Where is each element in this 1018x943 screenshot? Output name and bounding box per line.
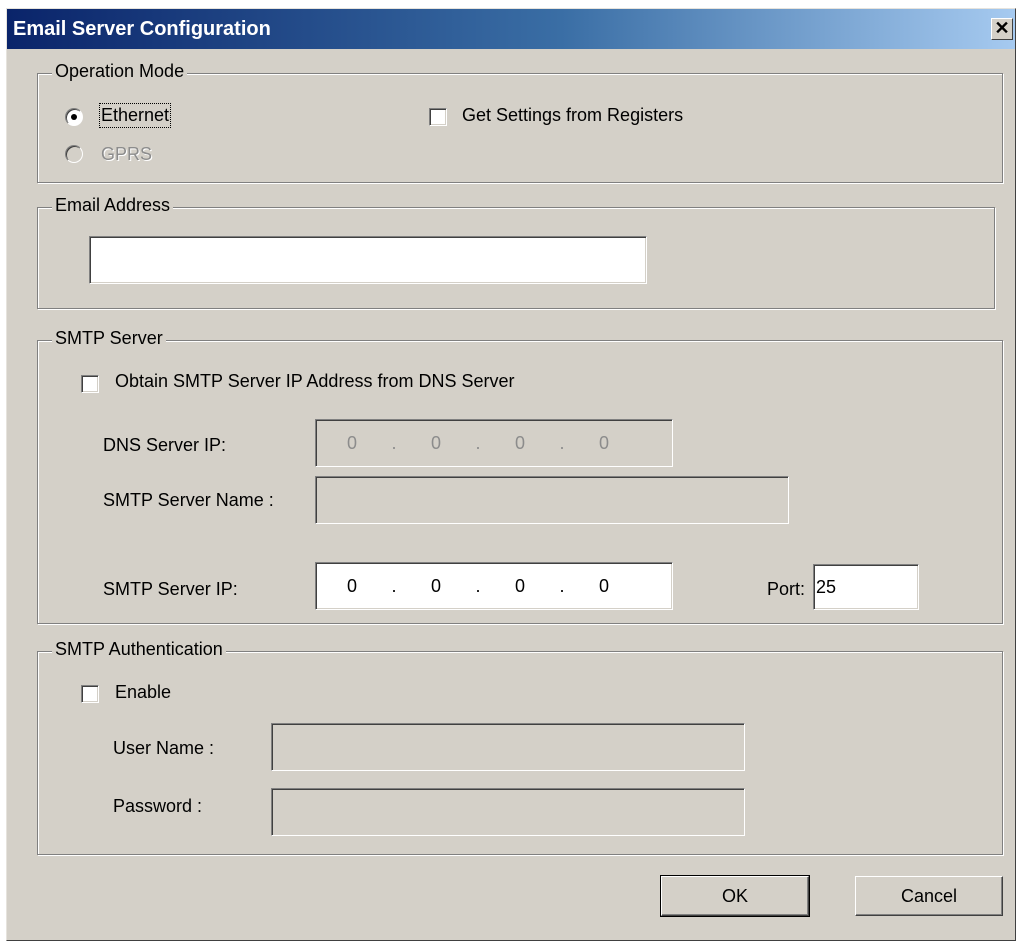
port-input[interactable] [813,564,919,610]
gprs-radio [65,145,83,163]
smtp-ip-octet-3[interactable]: 0 [500,576,540,597]
radio-selected-dot [71,114,77,120]
smtp-server-name-input [315,476,789,524]
smtp-ip-octet-4[interactable]: 0 [584,576,624,597]
close-icon[interactable]: ✕ [991,18,1013,40]
dns-ip-octet-4: 0 [598,432,609,453]
enable-authentication-checkbox[interactable] [81,685,99,703]
ethernet-radio[interactable] [65,108,83,126]
smtp-server-legend: SMTP Server [52,328,166,349]
dialog-title: Email Server Configuration [13,18,271,40]
ok-button[interactable]: OK [660,875,810,917]
ip-separator: . [475,432,481,453]
get-settings-from-registers-checkbox[interactable] [429,108,447,126]
ip-separator: . [475,575,481,596]
ip-separator: . [559,432,565,453]
ip-separator: . [391,575,397,596]
smtp-server-name-label: SMTP Server Name : [103,490,274,510]
smtp-authentication-legend: SMTP Authentication [52,639,226,660]
smtp-server-ip-label: SMTP Server IP: [103,579,238,599]
enable-authentication-label[interactable]: Enable [115,682,171,703]
operation-mode-group: Operation Mode [37,61,1003,183]
ethernet-label[interactable]: Ethernet [98,103,172,128]
ip-separator: . [559,575,565,596]
dns-ip-octet-2: 0 [430,432,441,453]
gprs-label: GPRS [101,144,153,164]
port-label: Port: [767,579,806,599]
cancel-button[interactable]: Cancel [855,876,1003,916]
dns-server-ip-field: 0 . 0 . 0 . 0 [315,419,673,467]
dns-ip-octet-3: 0 [514,432,525,453]
dns-ip-octet-1: 0 [346,432,357,453]
user-name-input [271,723,745,771]
password-input [271,788,745,836]
obtain-smtp-ip-from-dns-label[interactable]: Obtain SMTP Server IP Address from DNS S… [115,371,514,392]
dns-server-ip-label: DNS Server IP: [103,435,227,455]
password-label: Password : [113,796,203,816]
title-bar[interactable]: Email Server Configuration ✕ [7,9,1015,49]
email-address-input[interactable] [89,236,647,284]
get-settings-from-registers-label[interactable]: Get Settings from Registers [462,105,683,126]
smtp-ip-octet-2[interactable]: 0 [416,576,456,597]
email-address-legend: Email Address [52,195,174,216]
obtain-smtp-ip-from-dns-checkbox[interactable] [81,375,99,393]
smtp-ip-octet-1[interactable]: 0 [332,576,372,597]
ip-separator: . [391,432,397,453]
email-server-configuration-dialog: Email Server Configuration ✕ Operation M… [6,8,1016,941]
operation-mode-legend: Operation Mode [52,61,188,82]
smtp-server-ip-field[interactable]: 0 . 0 . 0 . 0 [315,562,673,610]
user-name-label: User Name : [113,738,215,758]
